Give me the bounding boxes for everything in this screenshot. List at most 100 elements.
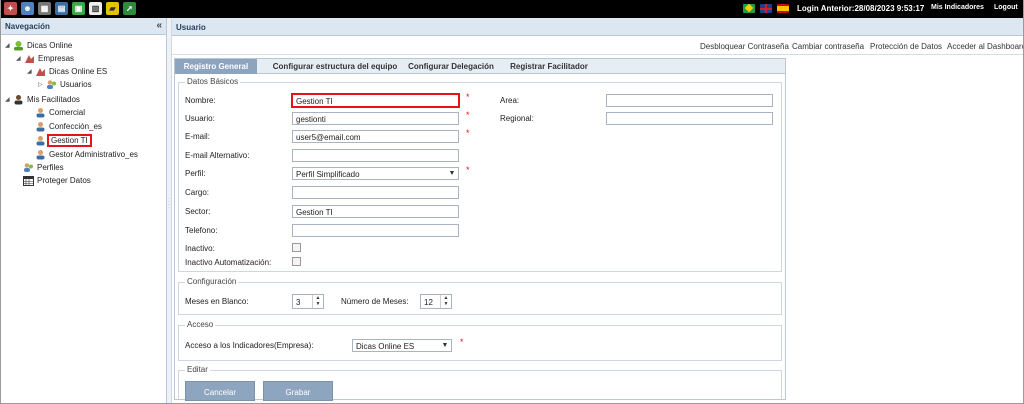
access-legend: Acceso [185,320,216,329]
access-label: Acceso a los Indicadores(Empresa): [185,341,314,350]
my-indicators-link[interactable]: Mis Indicadores [931,4,984,11]
flag-uk-icon[interactable] [760,4,772,13]
area-label: Area: [500,96,520,105]
perfil-select[interactable]: Perfil Simplificado ▼ [292,167,459,180]
tree-node-label: Gestor Administrativo_es [49,149,138,159]
area-input[interactable] [606,94,773,107]
calendar-icon[interactable]: ▥ [89,2,102,15]
printer-icon[interactable]: ▣ [72,2,85,15]
configuration-legend: Configuración [185,277,239,286]
navigation-title: Navegación [5,22,50,31]
num-meses-stepper[interactable]: 12 ▲ ▼ [420,294,452,309]
expanded-triangle-icon[interactable]: ◢ [5,42,11,49]
tab-registrar-facilitador[interactable]: Registrar Facilitador [505,59,593,74]
tree-node-empresas[interactable]: ◢ Empresas [16,52,74,64]
company-root-icon [13,40,24,51]
inactivo-checkbox[interactable] [292,243,301,252]
cargo-label: Cargo: [185,188,210,197]
folder-icon[interactable]: ▰ [106,2,119,15]
inactivo-label: Inactivo: [185,244,215,253]
facilitator-icon [13,94,24,105]
basic-data-legend: Datos Básicos [185,77,241,86]
meses-blanco-value: 3 [296,298,301,307]
required-marker: * [460,337,464,347]
email-alt-label: E-mail Alternativo: [185,151,250,160]
flag-brazil-icon[interactable] [743,4,755,13]
tab-configurar-delegacion[interactable]: Configurar Delegación [407,59,495,74]
sector-input[interactable]: Gestion TI [292,205,459,218]
tools-icon[interactable]: ✦ [4,2,17,15]
tab-configurar-estructura[interactable]: Configurar estructura del equipo [265,59,405,74]
meses-blanco-stepper[interactable]: 3 ▲ ▼ [292,294,324,309]
stepper-arrows-icon[interactable]: ▲ ▼ [312,295,323,308]
actions-divider [172,54,1023,55]
collapse-icon[interactable]: « [156,20,162,31]
dashboard-link[interactable]: Acceder al Dashboard [947,42,1023,51]
chevron-down-icon[interactable]: ▼ [439,340,451,351]
tree-node-comercial[interactable]: Comercial [35,106,85,118]
usuario-input[interactable]: gestionti [292,112,459,125]
tab-registro-general[interactable]: Registro General [175,59,257,74]
email-alt-input[interactable] [292,149,459,162]
chevron-down-icon[interactable]: ▼ [446,168,458,179]
page-title: Usuario [176,23,206,32]
access-selected-value: Dicas Online ES [356,342,415,351]
tree-node-usuarios[interactable]: ▷ Usuarios [38,78,92,90]
flag-spain-icon[interactable] [777,4,789,13]
tree-node-label: Empresas [38,53,75,63]
calendar-grid-icon [23,175,34,186]
document-icon[interactable]: ▤ [55,2,68,15]
tree-node-gestion-ti[interactable]: Gestion TI [35,133,92,147]
top-bar: ✦ ☻ ▦ ▤ ▣ ▥ ▰ ➚ Login Anterior:28/08/202… [1,0,1023,18]
page-title-bar: Usuario [172,18,1023,36]
required-marker: * [466,165,470,175]
unlock-password-link[interactable]: Desbloquear Contraseña [700,42,789,51]
export-icon[interactable]: ➚ [123,2,136,15]
chart-icon[interactable]: ▦ [38,2,51,15]
email-input[interactable]: user5@email.com [292,130,459,143]
access-fieldset: Acceso Acceso a los Indicadores(Empresa)… [178,320,782,361]
tree-node-perfiles[interactable]: Perfiles [23,161,64,173]
cargo-input[interactable] [292,186,459,199]
user-icon [35,121,46,132]
tree-node-confeccion[interactable]: Confección_es [35,120,102,132]
cancel-button[interactable]: Cancelar [185,381,255,401]
telefono-input[interactable] [292,224,459,237]
collapsed-triangle-icon[interactable]: ▷ [38,81,44,88]
perfil-label: Perfil: [185,169,206,178]
usuario-label: Usuario: [185,114,215,123]
tree-node-gestor-administrativo[interactable]: Gestor Administrativo_es [35,148,138,160]
expanded-triangle-icon[interactable]: ◢ [5,96,11,103]
save-button[interactable]: Grabar [263,381,333,401]
telefono-label: Telefono: [185,226,218,235]
last-login: Login Anterior:28/08/2023 9:53:17 [797,4,925,13]
tree-node-dicas-online-es[interactable]: ◢ Dicas Online ES [27,65,107,77]
tree-node-mis-facilitados[interactable]: ◢ Mis Facilitados [5,93,80,105]
nombre-label: Nombre: [185,96,216,105]
expanded-triangle-icon[interactable]: ◢ [27,68,33,75]
profiles-icon [23,162,34,173]
users-icon[interactable]: ☻ [21,2,34,15]
inactivo-auto-label: Inactivo Automatización: [185,258,272,267]
tree-node-proteger-datos[interactable]: Proteger Datos [23,174,91,186]
required-marker: * [466,92,470,102]
configuration-fieldset: Configuración Meses en Blanco: 3 ▲ ▼ Núme… [178,277,782,315]
email-label: E-mail: [185,132,210,141]
inactivo-auto-checkbox[interactable] [292,257,301,266]
expanded-triangle-icon[interactable]: ◢ [16,55,22,62]
regional-input[interactable] [606,112,773,125]
data-protection-link[interactable]: Protección de Datos [870,42,942,51]
user-icon [35,149,46,160]
tree-node-label: Perfiles [37,162,64,172]
user-icon [35,135,46,146]
nombre-input[interactable]: Gestion TI [291,93,460,108]
logout-link[interactable]: Logout [994,4,1018,11]
stepper-arrows-icon[interactable]: ▲ ▼ [440,295,451,308]
perfil-selected-value: Perfil Simplificado [296,170,360,179]
access-select[interactable]: Dicas Online ES ▼ [352,339,452,352]
num-meses-value: 12 [424,298,433,307]
change-password-link[interactable]: Cambiar contraseña [792,42,864,51]
tree-node-dicas-online[interactable]: ◢ Dicas Online [5,39,72,51]
num-meses-label: Número de Meses: [341,297,409,306]
toolbar-icons: ✦ ☻ ▦ ▤ ▣ ▥ ▰ ➚ [4,2,136,15]
